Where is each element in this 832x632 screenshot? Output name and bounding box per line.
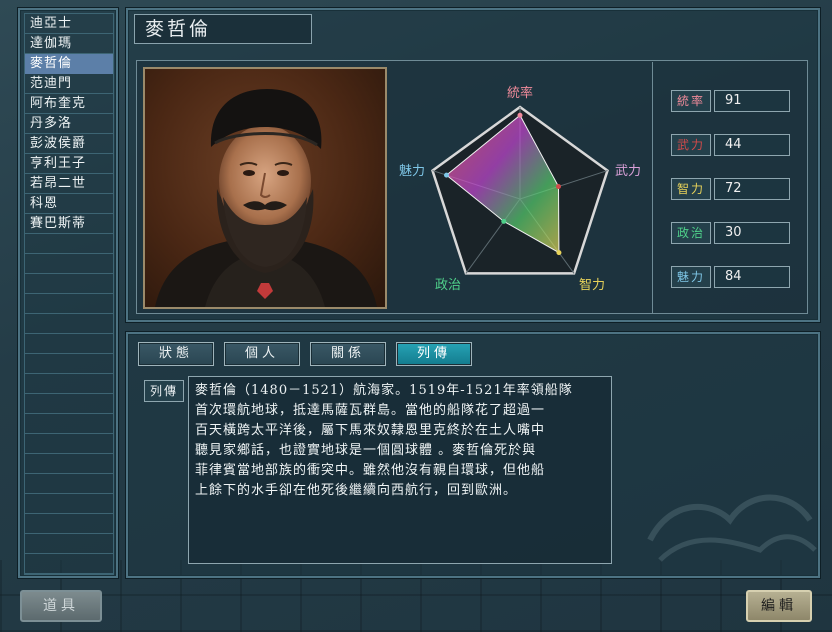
radar-label-command: 統率	[507, 85, 533, 101]
decorative-cloud-ornament	[647, 494, 817, 562]
stats-column: 統率 91 武力 44 智力 72 政治 30 魅力 84	[652, 62, 808, 314]
stat-row-force: 武力 44	[671, 134, 790, 156]
radar-value-point	[517, 112, 523, 118]
radar-value-point	[556, 250, 562, 256]
stat-row-intellect: 智力 72	[671, 178, 790, 200]
character-list-item[interactable]: 范迪門	[25, 74, 113, 94]
radar-value-point	[501, 218, 507, 224]
radar-label-politics: 政治	[435, 278, 461, 293]
radar-value-point	[444, 172, 450, 178]
tab-relations[interactable]: 關係	[310, 342, 386, 366]
character-list-item[interactable]: 達伽瑪	[25, 34, 113, 54]
tab-biography[interactable]: 列傳	[396, 342, 472, 366]
stat-label: 魅力	[671, 266, 711, 288]
stats-radar-chart: 統率 武力 智力 政治 魅力	[392, 67, 648, 311]
character-list-panel: 迪亞士 達伽瑪 麥哲倫 范迪門 阿布奎克 丹多洛 彭波侯爵 亨利王子 若昂二世 …	[18, 8, 118, 578]
stat-value: 91	[714, 90, 790, 112]
stat-value: 30	[714, 222, 790, 244]
stat-value: 72	[714, 178, 790, 200]
character-name-title: 麥哲倫	[134, 14, 312, 44]
stat-label: 政治	[671, 222, 711, 244]
character-list-item[interactable]: 彭波侯爵	[25, 134, 113, 154]
character-list-item[interactable]: 阿布奎克	[25, 94, 113, 114]
tab-status[interactable]: 狀態	[138, 342, 214, 366]
character-list-item[interactable]: 丹多洛	[25, 114, 113, 134]
character-list-item[interactable]: 迪亞士	[25, 14, 113, 34]
stat-row-politics: 政治 30	[671, 222, 790, 244]
radar-value-point	[555, 183, 561, 189]
stat-row-charm: 魅力 84	[671, 266, 790, 288]
biography-line: 麥哲倫（1480－1521）航海家。1519年-1521年率領船隊	[195, 383, 573, 398]
tab-personal[interactable]: 個人	[224, 342, 300, 366]
radar-label-charm: 魅力	[399, 164, 425, 179]
stat-label: 智力	[671, 178, 711, 200]
character-list-item[interactable]: 科恩	[25, 194, 113, 214]
stat-row-command: 統率 91	[671, 90, 790, 112]
stat-label: 統率	[671, 90, 711, 112]
edit-button[interactable]: 編輯	[746, 590, 812, 622]
biography-line: 菲律賓當地部族的衝突中。雖然他沒有親自環球，但他船	[195, 463, 546, 478]
character-list-item[interactable]: 若昂二世	[25, 174, 113, 194]
character-list-item[interactable]: 亨利王子	[25, 154, 113, 174]
biography-text: 麥哲倫（1480－1521）航海家。1519年-1521年率領船隊 首次環航地球…	[188, 376, 612, 564]
stat-value: 84	[714, 266, 790, 288]
biography-line: 百天橫跨太平洋後，屬下馬來奴隸恩里克終於在土人嘴中	[195, 423, 546, 438]
biography-line: 上餘下的水手卻在他死後繼續向西航行，回到歐洲。	[195, 483, 518, 498]
character-list: 迪亞士 達伽瑪 麥哲倫 范迪門 阿布奎克 丹多洛 彭波侯爵 亨利王子 若昂二世 …	[24, 13, 114, 575]
radar-label-force: 武力	[615, 164, 641, 179]
stat-value: 44	[714, 134, 790, 156]
character-portrait	[143, 67, 387, 309]
portrait-image	[155, 89, 377, 307]
biography-line: 聽見家鄉話，也證實地球是一個圓球體 。麥哲倫死於與	[195, 443, 537, 458]
items-button[interactable]: 道具	[20, 590, 102, 622]
radar-svg: 統率 武力 智力 政治 魅力	[399, 85, 641, 293]
stat-label: 武力	[671, 134, 711, 156]
biography-line: 首次環航地球，抵達馬薩瓦群島。當他的船隊花了超過一	[195, 403, 546, 418]
character-list-item[interactable]: 賽巴斯蒂	[25, 214, 113, 234]
biography-label: 列傳	[144, 380, 184, 402]
radar-label-intellect: 智力	[579, 278, 605, 293]
character-list-item-selected[interactable]: 麥哲倫	[25, 54, 113, 74]
